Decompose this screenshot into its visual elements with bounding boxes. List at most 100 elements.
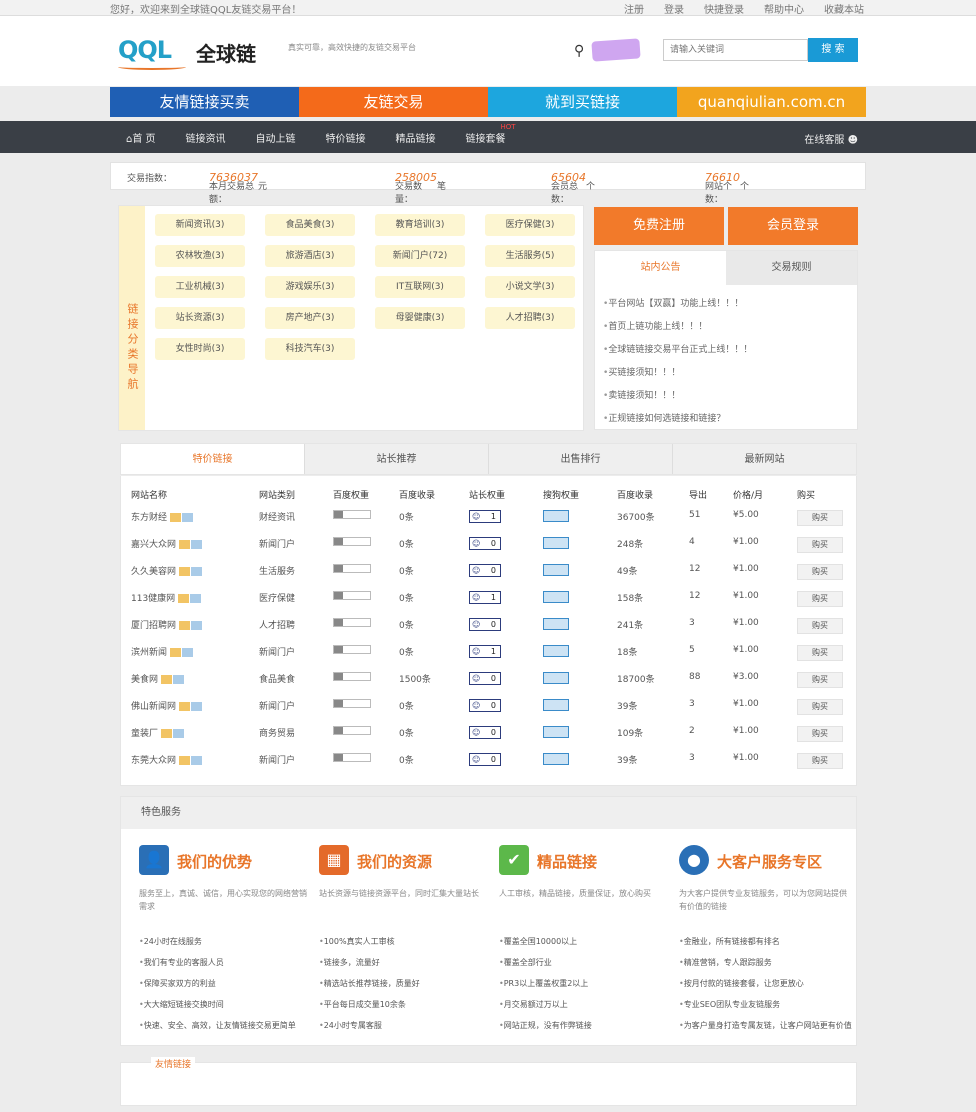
category-item[interactable]: 房产地产(3)	[265, 307, 355, 329]
site-name[interactable]: 113健康网	[131, 591, 202, 604]
category-item[interactable]: 母婴健康(3)	[375, 307, 465, 329]
tab-site-notice[interactable]: 站内公告	[595, 251, 726, 285]
category-item[interactable]: 新闻资讯(3)	[155, 214, 245, 236]
category-item[interactable]: 旅游酒店(3)	[265, 245, 355, 267]
notice-item[interactable]: 平台网站【双赢】功能上线！！！	[603, 293, 857, 316]
site-name[interactable]: 佛山新闻网	[131, 699, 203, 712]
tab-newest-sites[interactable]: 最新网站	[672, 444, 856, 474]
notice-item[interactable]: 全球链链接交易平台正式上线！！！	[603, 339, 857, 362]
buy-button[interactable]: 购买	[797, 591, 843, 607]
member-login-button[interactable]: 会员登录	[728, 207, 858, 245]
notice-item[interactable]: 正规链接如何选链接和链接？	[603, 408, 857, 431]
category-item[interactable]: IT互联网(3)	[375, 276, 465, 298]
category-item[interactable]: 人才招聘(3)	[485, 307, 575, 329]
notice-item[interactable]: 买链接须知！！！	[603, 362, 857, 385]
logo-name: 全球链	[196, 42, 256, 66]
site-name[interactable]: 东方财经	[131, 510, 194, 523]
nav-auto-link[interactable]: 自动上链	[256, 130, 296, 145]
feature-list: 覆盖全国10000以上覆盖全部行业PR3以上覆盖权重2以上月交易额过万以上网站正…	[499, 931, 592, 1036]
buy-button[interactable]: 购买	[797, 699, 843, 715]
site-name[interactable]: 久久美容网	[131, 564, 203, 577]
nav-link-packages[interactable]: 链接套餐 HOT	[465, 123, 516, 145]
category-item[interactable]: 新闻门户(72)	[375, 245, 465, 267]
buy-button[interactable]: 购买	[797, 726, 843, 742]
pr-badge: 1	[469, 591, 501, 604]
buy-cell: 购买	[797, 699, 843, 715]
nav-premium-links[interactable]: 精品链接	[396, 130, 436, 145]
site-name-text: 久久美容网	[131, 567, 177, 577]
category-item[interactable]: 站长资源(3)	[155, 307, 245, 329]
category-item[interactable]: 教育培训(3)	[375, 214, 465, 236]
buy-button[interactable]: 购买	[797, 645, 843, 661]
buy-button[interactable]: 购买	[797, 564, 843, 580]
nav-home[interactable]: 首 页	[126, 130, 155, 145]
buy-button[interactable]: 购买	[797, 510, 843, 526]
tab-special-links[interactable]: 特价链接	[121, 444, 304, 474]
tab-recommended[interactable]: 站长推荐	[304, 444, 488, 474]
feature-item: 月交易额过万以上	[499, 994, 592, 1015]
friend-links: 友情链接	[120, 1057, 857, 1106]
price: ¥1.00	[733, 618, 759, 628]
bookmark-link[interactable]: 收藏本站	[824, 1, 864, 16]
category-item[interactable]: 工业机械(3)	[155, 276, 245, 298]
search-input[interactable]	[663, 39, 808, 61]
site-name[interactable]: 厦门招聘网	[131, 618, 203, 631]
category-item[interactable]: 游戏娱乐(3)	[265, 276, 355, 298]
pr-weight: 0	[469, 537, 501, 550]
buy-button[interactable]: 购买	[797, 618, 843, 634]
nav-special-links[interactable]: 特价链接	[326, 130, 366, 145]
baidu-weight	[333, 753, 371, 763]
category-item[interactable]: 生活服务(5)	[485, 245, 575, 267]
category-item[interactable]: 女性时尚(3)	[155, 338, 245, 360]
site-name[interactable]: 嘉兴大众网	[131, 537, 203, 550]
logo[interactable]: QQL	[118, 36, 172, 64]
banner-segment-buy-sell[interactable]: 友情链接买卖	[110, 87, 299, 117]
category-item[interactable]: 食品美食(3)	[265, 214, 355, 236]
sogou-weight	[543, 726, 569, 738]
buy-button[interactable]: 购买	[797, 753, 843, 769]
pr-badge: 0	[469, 537, 501, 550]
search-button[interactable]: 搜 索	[808, 38, 858, 62]
site-name[interactable]: 东莞大众网	[131, 753, 203, 766]
banner-segment-buy-links[interactable]: 就到买链接	[488, 87, 677, 117]
tab-sales-ranking[interactable]: 出售排行	[488, 444, 672, 474]
trade-stats: 交易指数： 本月交易总额： 7636037 元 交易数量： 258005 笔 会员总…	[110, 162, 866, 205]
category-item[interactable]: 小说文学(3)	[485, 276, 575, 298]
register-link[interactable]: 注册	[624, 1, 644, 16]
site-name[interactable]: 美食网	[131, 672, 185, 685]
notice-item[interactable]: 卖链接须知！！！	[603, 385, 857, 408]
buy-cell: 购买	[797, 510, 843, 526]
nav-link-packages-label: 链接套餐	[465, 133, 506, 145]
online-service-link[interactable]: 在线客服 ☻	[804, 131, 858, 146]
site-name[interactable]: 滨州新闻	[131, 645, 194, 658]
category-item[interactable]: 科技汽车(3)	[265, 338, 355, 360]
help-center-link[interactable]: 帮助中心	[764, 1, 804, 16]
tab-trade-rules[interactable]: 交易规则	[726, 251, 857, 285]
outbound-count: 51	[689, 510, 701, 520]
site-category: 新闻门户	[259, 648, 296, 658]
price: ¥1.00	[733, 753, 759, 763]
quick-login-link[interactable]: 快捷登录	[704, 1, 744, 16]
table-header: 站长权重	[469, 491, 506, 501]
category-item[interactable]: 农林牧渔(3)	[155, 245, 245, 267]
site-category: 商务贸易	[259, 729, 296, 739]
hot-badge: HOT	[500, 122, 516, 131]
category-item[interactable]: 医疗保健(3)	[485, 214, 575, 236]
banner-segment-domain[interactable]: quanqiulian.com.cn	[677, 87, 866, 117]
feature-list: 100%真实人工审核链接多，流量好精选站长推荐链接，质量好平台每日成交量10余条…	[319, 931, 420, 1036]
feature-item: 覆盖全国10000以上	[499, 931, 592, 952]
buy-button[interactable]: 购买	[797, 537, 843, 553]
login-link[interactable]: 登录	[664, 1, 684, 16]
notice-item[interactable]: 首页上链功能上线！！！	[603, 316, 857, 339]
buy-button[interactable]: 购买	[797, 672, 843, 688]
banner-segment-trade[interactable]: 友链交易	[299, 87, 488, 117]
site-name[interactable]: 童装厂	[131, 726, 185, 739]
pr-weight: 0	[469, 564, 501, 577]
sogou-weight	[543, 699, 569, 711]
qq-service-icon[interactable]	[591, 38, 641, 62]
feature-item: 链接多，流量好	[319, 952, 420, 973]
price: ¥1.00	[733, 591, 759, 601]
price: ¥1.00	[733, 726, 759, 736]
nav-news[interactable]: 链接资讯	[186, 130, 226, 145]
free-register-button[interactable]: 免费注册	[594, 207, 724, 245]
